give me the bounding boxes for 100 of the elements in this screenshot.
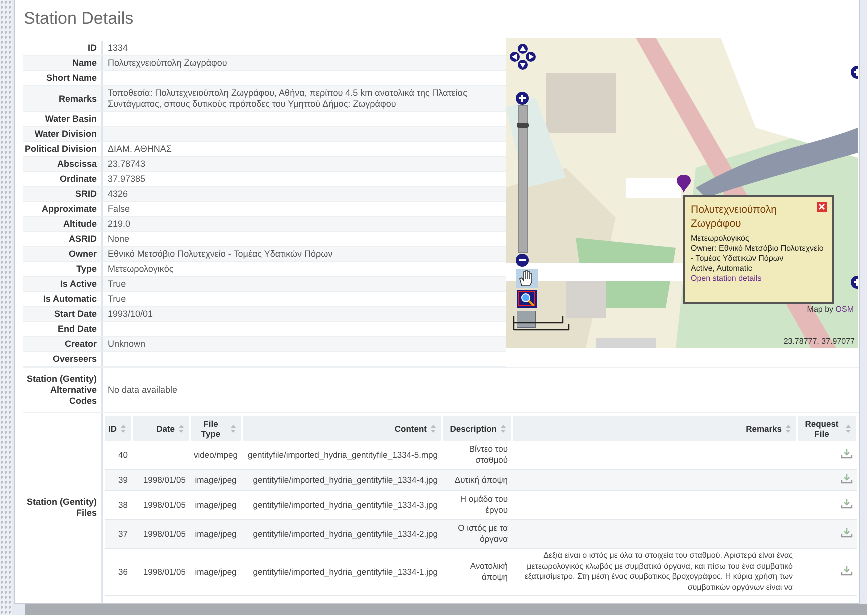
field-value: None [108,234,130,245]
field-label: Type [76,264,97,275]
file-type: image/jpeg [195,528,237,538]
sort-icon [845,424,852,434]
popup-text: Owner: Εθνικό Μετσόβιο Πολυτεχνείο - Τομέας Υδατικών Πόρων [691,244,825,264]
file-path: gentityfile/imported_hydria_gentityfile_1334-2.jpg [253,528,438,538]
date-cell: 1998/01/05 [143,500,186,510]
field-label: Remarks [58,94,97,104]
scale-bar [513,316,570,331]
file-path: gentityfile/imported_hydria_gentityfile_1334-5.mpg [248,450,438,460]
close-icon [817,202,827,212]
field-label: Name [72,58,97,69]
download-icon[interactable] [841,565,853,576]
field-label: Ordinate [60,174,97,185]
column-header[interactable]: Content [394,424,427,434]
layer-switcher-icon[interactable] [517,311,536,328]
description-text: Ο ιστός με τα όργανα [458,523,508,544]
sort-icon [120,424,127,434]
file-type: video/mpeg [194,450,238,460]
file-type: image/jpeg [195,566,237,576]
field-value: Εθνικό Μετσόβιο Πολυτεχνείο - Τομέας Υδατικών Πόρων [108,249,333,260]
column-header[interactable]: Remarks [746,424,782,434]
close-button[interactable] [817,202,827,212]
popup-text: Active, Automatic [691,264,754,274]
file-type: image/jpeg [195,500,237,510]
field-label: Short Name [46,73,97,84]
file-path: gentityfile/imported_hydria_gentityfile_1334-1.jpg [253,566,438,576]
field-label: Altitude [64,219,97,230]
sort-icon [785,424,792,434]
station-details-link[interactable]: Open station details [691,274,826,284]
file-id: 39 [118,474,128,484]
field-label: ASRID [68,234,97,245]
column-header[interactable]: ID [108,424,117,434]
description-text: Η ομάδα του έργου [460,494,508,515]
field-value: 23.78743 [108,159,146,170]
sort-icon [430,424,437,434]
file-id: 37 [118,528,128,538]
date-cell: 1998/01/05 [143,566,186,576]
coordinates-text: 23.78777, 37.97077 [784,337,855,346]
field-value: 1993/10/01 [108,309,154,320]
field-value: ΔΙΑΜ. ΑΘΗΝΑΣ [108,144,172,155]
field-value: Τοποθεσία: Πολυτεχνειούπολη Ζωγράφου, Αθήνα, περίπου 4.5 km ανατολικά της Πλατείας Συντάγματος, σπους δυτικούς πρόποδες του Υμηττού Δήμος: Ζωγράφου [108,88,468,110]
field-label: Creator [64,339,97,350]
description-text: Ανατολική άποψη [470,561,508,582]
field-label: ID [88,43,97,54]
page-title: Station Details [23,8,135,30]
field-label: Water Basin [45,114,97,125]
remarks-text: Δεξιά είναι ο ιστός με όλα τα στοιχεία του σταθμού. Αριστερά είναι ένας μετεωρολογικός κλωβός με συμβατικά όργανα, και πίσω του ένα συμβατικό εξατμισίμετρο. Στη μέση ένας συμβατικός βροχογράφος. Η κύρια χρήση των συμβατικών οργάνων είναι να [524,551,793,592]
field-label: Overseers [52,354,97,365]
field-value: 4326 [108,189,128,200]
field-label: Water Division [34,129,97,140]
description-text: Δυτική άποψη [454,474,508,484]
attribution-text: Map by [807,305,834,314]
field-value: True [108,279,126,290]
download-icon[interactable] [841,527,853,538]
zoom-box-icon[interactable] [517,290,537,308]
field-value: 219.0 [108,219,131,230]
zoom-slider[interactable] [518,105,528,253]
plus-icon [516,92,529,105]
field-value: 1334 [108,43,128,54]
field-value: Unknown [108,339,146,350]
sort-icon [230,424,237,434]
file-id: 40 [118,450,128,460]
field-label: Station (Gentity) Files [26,497,97,519]
field-label: End Date [58,324,97,335]
field-label: SRID [75,189,97,200]
field-label: Is Active [60,279,97,290]
popup-text: Μετεωρολογικός [691,234,750,244]
file-path: gentityfile/imported_hydria_gentityfile_1334-3.jpg [253,500,438,510]
hand-icon[interactable] [516,269,538,288]
field-label: Political Division [24,144,97,155]
field-value: 37.97385 [108,174,146,185]
field-value: Μετεωρολογικός [108,264,174,275]
download-icon[interactable] [841,473,853,484]
download-icon[interactable] [841,448,853,459]
date-cell: 1998/01/05 [143,474,186,484]
file-path: gentityfile/imported_hydria_gentityfile_1334-4.jpg [253,474,438,484]
column-header[interactable]: Date [156,424,175,434]
download-icon[interactable] [841,498,853,509]
field-label: Station (Gentity) Alternative Codes [26,374,97,406]
popup-title: Πολυτεχνειούπολη Ζωγράφου [691,203,778,231]
attribution-link[interactable]: OSM [836,305,854,314]
file-id: 38 [118,500,128,510]
field-label: Is Automatic [43,294,97,305]
pan-control[interactable] [510,44,536,70]
sort-icon [500,424,507,434]
field-label: Approximate [42,204,97,215]
field-value: Πολυτεχνειούπολη Ζωγράφου [108,58,228,69]
file-type: image/jpeg [195,474,237,484]
field-label: Start Date [54,309,97,320]
sort-icon [178,424,185,434]
field-value: No data available [108,385,178,395]
zoom-slider-thumb[interactable] [517,122,529,128]
field-value: False [108,204,130,215]
file-id: 36 [118,566,128,576]
description-text: Βίντεο του σταθμού [469,444,508,465]
map-marker-icon[interactable] [677,175,691,193]
field-label: Abscissa [57,159,97,170]
date-cell: 1998/01/05 [143,528,186,538]
field-label: Owner [68,249,97,260]
